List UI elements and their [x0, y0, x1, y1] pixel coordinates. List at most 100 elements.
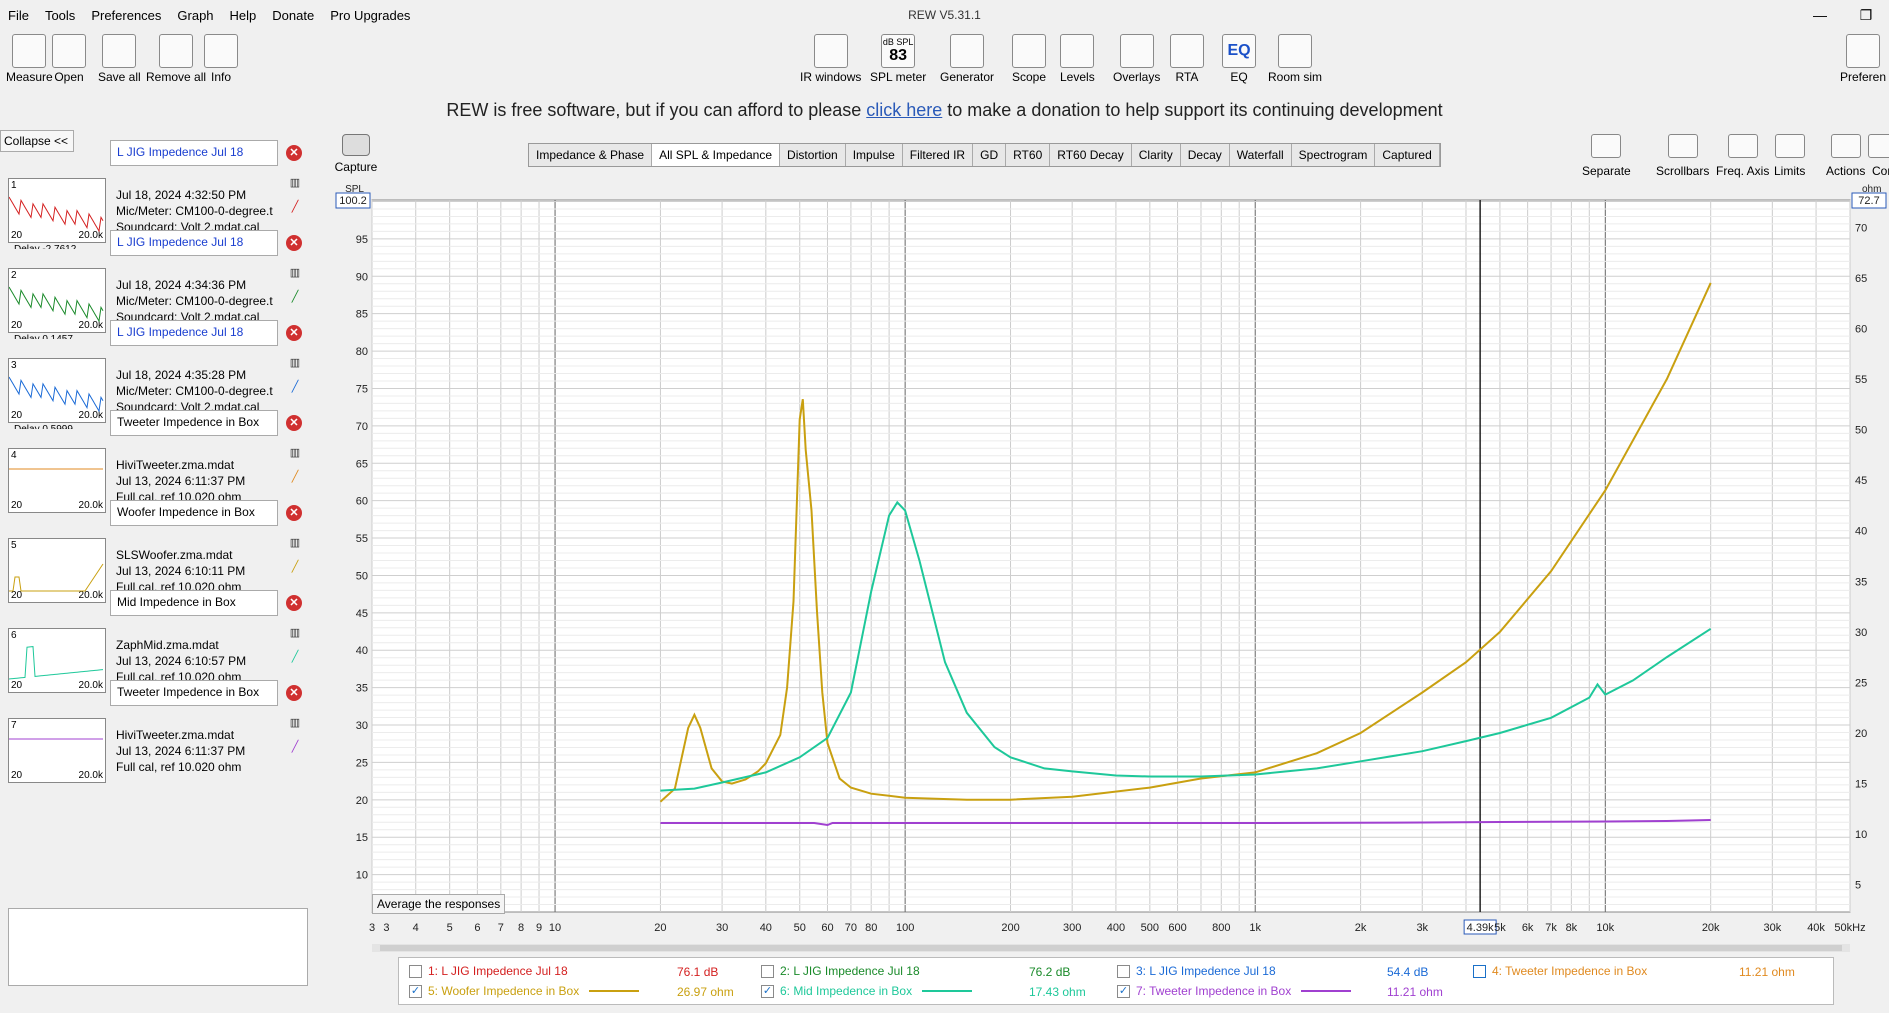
measurement-name-field[interactable]: L JIG Impedence Jul 18	[110, 320, 278, 346]
horizontal-scrollbar[interactable]	[372, 944, 1850, 952]
separate-button[interactable]: Separate	[1582, 134, 1631, 178]
tab-captured[interactable]: Captured	[1375, 144, 1440, 166]
graph-edit-icon[interactable]: ▥	[288, 536, 302, 550]
remove-measurement-icon[interactable]: ✕	[286, 325, 302, 341]
notes-area[interactable]	[8, 908, 308, 986]
eq-button[interactable]: EQ EQ	[1222, 34, 1256, 84]
eq-icon: EQ	[1222, 34, 1256, 68]
donate-link[interactable]: click here	[866, 100, 942, 120]
left-axis-max-field[interactable]	[335, 192, 371, 209]
measurement-item[interactable]: Woofer Impedence in Box ✕ 5 20 20.0k SLSWoofe…	[0, 500, 318, 603]
actions-button[interactable]: Actions	[1826, 134, 1865, 178]
cursor-frequency-box[interactable]	[1463, 919, 1497, 935]
freq-axis-button[interactable]: Freq. Axis	[1716, 134, 1769, 178]
measurement-name-field[interactable]: Tweeter Impedence in Box	[110, 680, 278, 706]
pen-icon[interactable]: ╱	[288, 290, 302, 304]
menu-graph[interactable]: Graph	[169, 8, 221, 23]
graph-edit-icon[interactable]: ▥	[288, 266, 302, 280]
legend-checkbox[interactable]: ✓	[1117, 984, 1130, 998]
x-tick-label: 50kHz	[1834, 922, 1865, 934]
preferences-button[interactable]: Preferen	[1840, 34, 1886, 84]
pen-icon[interactable]: ╱	[288, 650, 302, 664]
measurement-item[interactable]: Tweeter Impedence in Box ✕ 7 20 20.0k HiviTwe…	[0, 680, 318, 783]
spl-meter-button[interactable]: dB SPL 83 SPL meter	[870, 34, 926, 84]
menu-help[interactable]: Help	[222, 8, 265, 23]
measurement-name-field[interactable]: Tweeter Impedence in Box	[110, 410, 278, 436]
remove-measurement-icon[interactable]: ✕	[286, 685, 302, 701]
generator-button[interactable]: Generator	[940, 34, 994, 84]
menu-file[interactable]: File	[0, 8, 37, 23]
minimize-button[interactable]: —	[1797, 0, 1843, 30]
capture-button[interactable]: Capture	[334, 134, 378, 174]
limits-button[interactable]: Limits	[1774, 134, 1805, 178]
tab-gd[interactable]: GD	[973, 144, 1007, 166]
menu-preferences[interactable]: Preferences	[83, 8, 169, 23]
save-all-button[interactable]: Save all	[98, 34, 141, 84]
remove-measurement-icon[interactable]: ✕	[286, 415, 302, 431]
tab-clarity[interactable]: Clarity	[1132, 144, 1181, 166]
remove-all-button[interactable]: Remove all	[146, 34, 206, 84]
measurement-item[interactable]: Mid Impedence in Box ✕ 6 20 20.0k ZaphMid.zma…	[0, 590, 318, 693]
measurement-name-field[interactable]: Mid Impedence in Box	[110, 590, 278, 616]
graph-edit-icon[interactable]: ▥	[288, 446, 302, 460]
rta-button[interactable]: RTA	[1170, 34, 1204, 84]
info-button[interactable]: Info	[204, 34, 238, 84]
tab-filtered-ir[interactable]: Filtered IR	[903, 144, 974, 166]
legend-checkbox[interactable]	[1473, 964, 1486, 978]
pen-icon[interactable]: ╱	[288, 470, 302, 484]
legend-checkbox[interactable]	[761, 964, 774, 978]
tab-decay[interactable]: Decay	[1181, 144, 1230, 166]
graph-edit-icon[interactable]: ▥	[288, 626, 302, 640]
measurement-item[interactable]: L JIG Impedence Jul 18 ✕ 2 20 20.0k Jul 18, 2…	[0, 230, 318, 339]
room-sim-button[interactable]: Room sim	[1268, 34, 1322, 84]
remove-measurement-icon[interactable]: ✕	[286, 505, 302, 521]
measure-button[interactable]: Measure	[6, 34, 53, 84]
pen-icon[interactable]: ╱	[288, 560, 302, 574]
tab-spectrogram[interactable]: Spectrogram	[1292, 144, 1376, 166]
tab-impedance-phase[interactable]: Impedance & Phase	[529, 144, 653, 166]
legend-checkbox[interactable]	[1117, 964, 1130, 978]
legend-checkbox[interactable]	[409, 964, 422, 978]
ir-windows-button[interactable]: IR windows	[800, 34, 861, 84]
measurement-item[interactable]: Tweeter Impedence in Box ✕ 4 20 20.0k HiviTwe…	[0, 410, 318, 513]
tab-all-spl-impedance[interactable]: All SPL & Impedance	[652, 144, 781, 166]
remove-measurement-icon[interactable]: ✕	[286, 595, 302, 611]
scrollbars-button[interactable]: Scrollbars	[1656, 134, 1709, 178]
measurement-item[interactable]: L JIG Impedence Jul 18 ✕ 3 20 20.0k Jul 18, 2…	[0, 320, 318, 429]
average-responses-button[interactable]: Average the responses	[372, 894, 506, 914]
pen-icon[interactable]: ╱	[288, 740, 302, 754]
tab-rt60[interactable]: RT60	[1006, 144, 1051, 166]
con-button[interactable]: Con	[1868, 134, 1889, 178]
legend-entry: ✓ 6: Mid Impedence in Box	[761, 984, 982, 998]
menu-pro-upgrades[interactable]: Pro Upgrades	[322, 8, 418, 23]
overlays-button[interactable]: Overlays	[1113, 34, 1160, 84]
pen-icon[interactable]: ╱	[288, 380, 302, 394]
maximize-button[interactable]: ❐	[1843, 0, 1889, 30]
tab-rt60-decay[interactable]: RT60 Decay	[1050, 144, 1132, 166]
tab-distortion[interactable]: Distortion	[780, 144, 846, 166]
menu-donate[interactable]: Donate	[264, 8, 322, 23]
graph-edit-icon[interactable]: ▥	[288, 176, 302, 190]
menu-tools[interactable]: Tools	[37, 8, 83, 23]
scope-button[interactable]: Scope	[1012, 34, 1046, 84]
remove-measurement-icon[interactable]: ✕	[286, 235, 302, 251]
measurement-name-field[interactable]: L JIG Impedence Jul 18	[110, 140, 278, 166]
legend-checkbox[interactable]: ✓	[409, 984, 422, 998]
legend-checkbox[interactable]: ✓	[761, 984, 774, 998]
measurement-name-field[interactable]: L JIG Impedence Jul 18	[110, 230, 278, 256]
graph-edit-icon[interactable]: ▥	[288, 716, 302, 730]
right-axis-max-field[interactable]	[1851, 192, 1887, 209]
tab-waterfall[interactable]: Waterfall	[1230, 144, 1292, 166]
plot-area[interactable]	[371, 199, 1851, 913]
levels-button[interactable]: Levels	[1060, 34, 1095, 84]
graph-edit-icon[interactable]: ▥	[288, 356, 302, 370]
tab-impulse[interactable]: Impulse	[846, 144, 903, 166]
measurement-info-line: HiviTweeter.zma.mdat	[116, 728, 235, 742]
remove-measurement-icon[interactable]: ✕	[286, 145, 302, 161]
open-button[interactable]: Open	[52, 34, 86, 84]
pen-icon[interactable]: ╱	[288, 200, 302, 214]
measurement-thumbnail[interactable]: 7 20 20.0k	[8, 718, 106, 783]
measurement-item[interactable]: L JIG Impedence Jul 18 ✕ 1 20 20.0k Jul 18, 2…	[0, 140, 318, 249]
measurement-name-field[interactable]: Woofer Impedence in Box	[110, 500, 278, 526]
scrollbar-thumb[interactable]	[380, 945, 1842, 951]
